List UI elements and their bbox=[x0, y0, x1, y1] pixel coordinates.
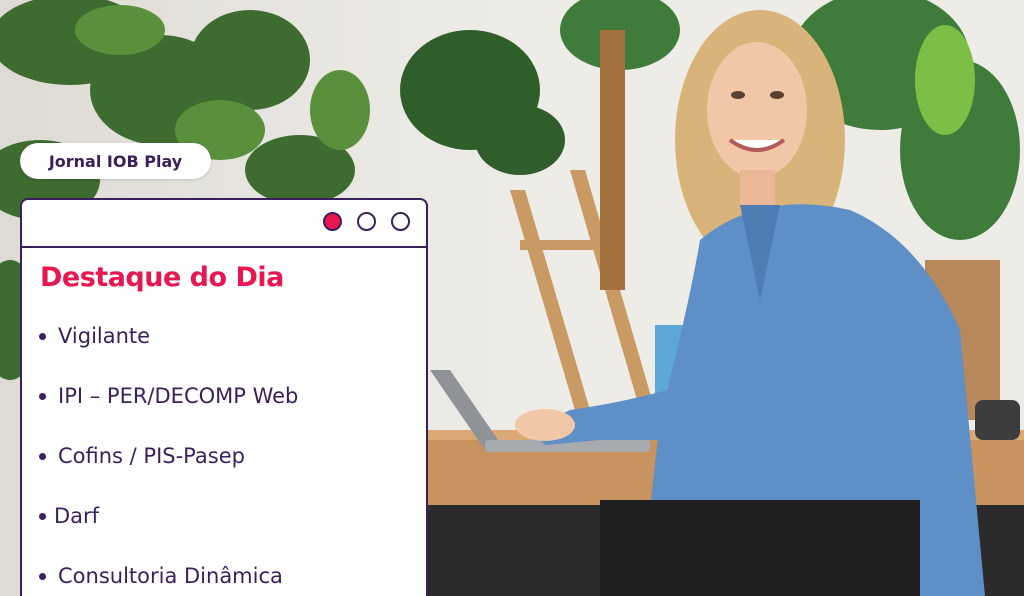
highlight-window: Destaque do Dia Vigilante IPI – PER/DECO… bbox=[20, 198, 428, 596]
window-titlebar bbox=[22, 200, 426, 248]
bullet-icon bbox=[39, 513, 46, 520]
topic-label: Cofins / PIS-Pasep bbox=[58, 444, 245, 468]
brand-badge-label: Jornal IOB Play bbox=[48, 151, 183, 171]
bullet-icon bbox=[39, 453, 46, 460]
circle-icon bbox=[391, 212, 410, 231]
topic-label: Darf bbox=[54, 504, 100, 528]
video-frame: Jornal IOB Play Destaque do Dia Vigilant… bbox=[0, 0, 1024, 596]
topic-label: IPI – PER/DECOMP Web bbox=[58, 384, 299, 408]
topic-label: Vigilante bbox=[58, 324, 151, 348]
bullet-icon bbox=[39, 573, 46, 580]
topic-label: Consultoria Dinâmica bbox=[58, 564, 283, 588]
window-heading: Destaque do Dia bbox=[40, 262, 284, 293]
brand-badge: Jornal IOB Play bbox=[20, 143, 211, 179]
circle-icon bbox=[357, 212, 376, 231]
bullet-icon bbox=[39, 333, 46, 340]
active-dot-icon bbox=[323, 212, 342, 231]
bullet-icon bbox=[39, 393, 46, 400]
